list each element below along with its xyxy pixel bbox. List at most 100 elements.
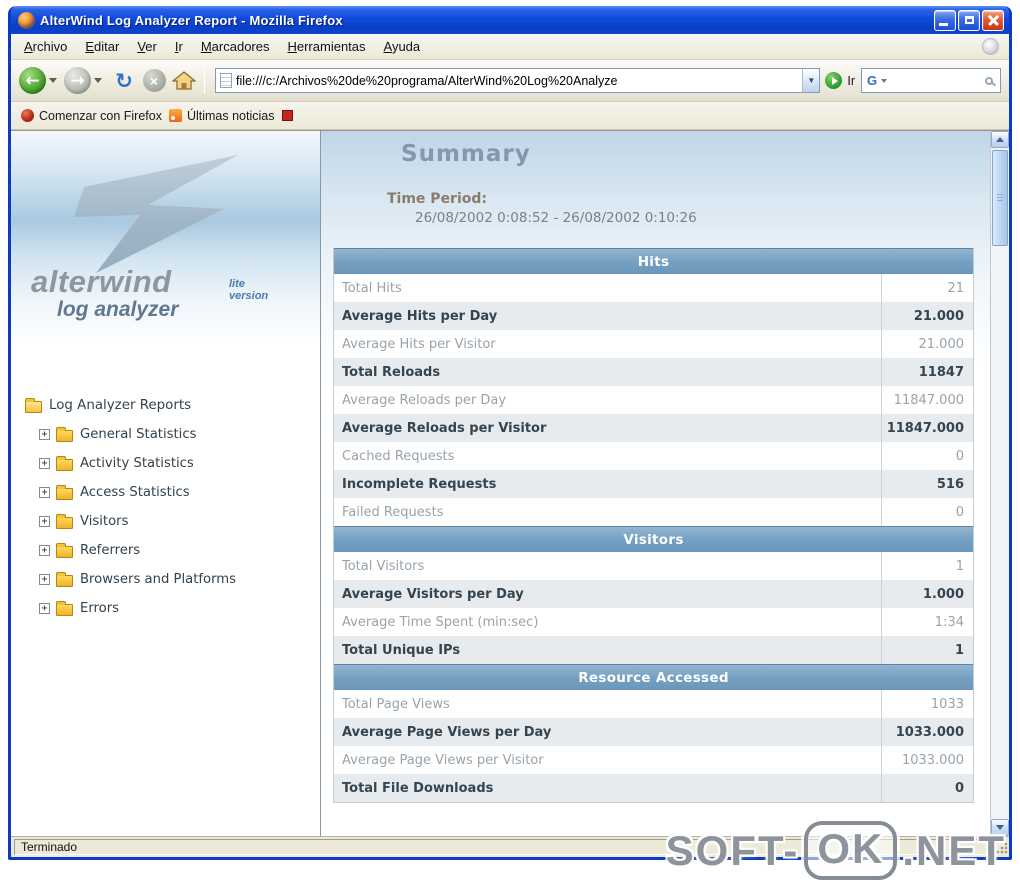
toolbar-separator xyxy=(204,67,205,94)
folder-icon xyxy=(56,600,73,616)
screenshot-stage: AlterWind Log Analyzer Report - Mozilla … xyxy=(0,0,1020,882)
stat-row-average-hits-per-day: Average Hits per Day 21.000 xyxy=(334,302,973,330)
reload-icon: ↻ xyxy=(115,68,133,93)
go-arrow-icon xyxy=(831,76,838,85)
stat-row-total-reloads: Total Reloads 11847 xyxy=(334,358,973,386)
folder-icon xyxy=(56,426,73,442)
tree-item-activity-statistics[interactable]: + Activity Statistics xyxy=(11,449,320,478)
stat-row-total-unique-ips: Total Unique IPs 1 xyxy=(334,636,973,664)
menu-archivo[interactable]: Archivo xyxy=(15,35,76,58)
go-button[interactable] xyxy=(825,72,843,89)
folder-icon xyxy=(56,513,73,529)
stop-icon: × xyxy=(142,69,166,92)
stat-value: 1.000 xyxy=(881,580,973,608)
folder-icon xyxy=(56,484,73,500)
minimize-button[interactable] xyxy=(934,9,956,31)
stat-label: Total Visitors xyxy=(342,558,425,574)
expand-icon[interactable]: + xyxy=(39,574,50,585)
title-bar[interactable]: AlterWind Log Analyzer Report - Mozilla … xyxy=(11,6,1009,34)
search-input[interactable]: G xyxy=(861,68,1001,93)
stat-value: 1033.000 xyxy=(881,718,973,746)
address-dropdown-button[interactable]: ▼ xyxy=(802,69,820,92)
stat-label: Total Reloads xyxy=(342,364,441,380)
tree-item-general-statistics[interactable]: + General Statistics xyxy=(11,420,320,449)
expand-icon[interactable]: + xyxy=(39,429,50,440)
sidebar: alterwind log analyzer lite version Log … xyxy=(11,131,321,836)
stat-row-total-visitors: Total Visitors 1 xyxy=(334,552,973,580)
bookmark-getting-started[interactable]: Comenzar con Firefox xyxy=(21,109,162,123)
menu-items: Archivo Editar Ver Ir Marcadores Herramientas… xyxy=(15,35,982,58)
back-group: ← xyxy=(19,67,61,94)
watermark-part3: .NET xyxy=(902,826,1006,874)
close-button[interactable] xyxy=(982,9,1004,31)
maximize-icon xyxy=(964,16,974,24)
expand-icon[interactable]: + xyxy=(39,458,50,469)
tree-item-log-analyzer-reports[interactable]: Log Analyzer Reports xyxy=(11,391,320,420)
search-engine-dropdown-icon[interactable] xyxy=(881,78,888,83)
forward-arrow-icon: → xyxy=(70,70,85,91)
bookmark-label: Últimas noticias xyxy=(186,108,275,123)
expand-icon[interactable]: + xyxy=(39,487,50,498)
address-input[interactable]: file:///c:/Archivos%20de%20programa/Alte… xyxy=(236,74,802,88)
tree-item-access-statistics[interactable]: + Access Statistics xyxy=(11,478,320,507)
scrollbar-track[interactable] xyxy=(991,148,1009,819)
live-bookmark-icon xyxy=(168,109,182,122)
menu-ayuda[interactable]: Ayuda xyxy=(375,35,430,58)
stat-value: 11847 xyxy=(881,358,973,386)
expand-icon[interactable]: + xyxy=(39,545,50,556)
menu-marcadores[interactable]: Marcadores xyxy=(192,35,279,58)
forward-button[interactable]: → xyxy=(64,67,91,94)
tree-item-browsers-and-platforms[interactable]: + Browsers and Platforms xyxy=(11,565,320,594)
back-arrow-icon: ← xyxy=(25,70,40,91)
tree-item-visitors[interactable]: + Visitors xyxy=(11,507,320,536)
report-tree: Log Analyzer Reports + General Statistics +… xyxy=(11,391,320,623)
stat-value: 1 xyxy=(881,552,973,580)
stat-row-cached-requests: Cached Requests 0 xyxy=(334,442,973,470)
home-button[interactable] xyxy=(170,67,198,95)
menu-herramientas[interactable]: Herramientas xyxy=(278,35,374,58)
expand-icon[interactable]: + xyxy=(39,516,50,527)
stat-label: Total Page Views xyxy=(342,696,450,712)
back-button[interactable]: ← xyxy=(19,67,46,94)
menu-editar[interactable]: Editar xyxy=(76,35,128,58)
reload-button[interactable]: ↻ xyxy=(110,67,138,95)
forward-dropdown-icon[interactable] xyxy=(94,78,102,83)
stat-value: 21.000 xyxy=(881,330,973,358)
stop-button[interactable]: × xyxy=(140,67,168,95)
folder-icon xyxy=(56,571,73,587)
stat-label: Average Page Views per Day xyxy=(342,724,552,740)
section-header-hits: Hits xyxy=(334,248,973,274)
maximize-button[interactable] xyxy=(958,9,980,31)
vertical-scrollbar[interactable] xyxy=(990,131,1009,836)
scroll-up-icon xyxy=(996,137,1004,142)
go-label[interactable]: Ir xyxy=(847,74,855,88)
browser-window: AlterWind Log Analyzer Report - Mozilla … xyxy=(8,6,1012,860)
address-bar[interactable]: file:///c:/Archivos%20de%20programa/Alte… xyxy=(215,68,821,93)
stat-row-average-hits-per-visitor: Average Hits per Visitor 21.000 xyxy=(334,330,973,358)
expand-icon[interactable]: + xyxy=(39,603,50,614)
bookmark-latest-headlines[interactable]: Últimas noticias xyxy=(168,108,293,123)
bookmarks-toolbar: Comenzar con Firefox Últimas noticias xyxy=(11,102,1009,130)
search-icon xyxy=(985,76,993,85)
tree-item-referrers[interactable]: + Referrers xyxy=(11,536,320,565)
stat-label: Total Unique IPs xyxy=(342,642,461,658)
folder-icon xyxy=(56,542,73,558)
scrollbar-thumb[interactable] xyxy=(992,150,1008,246)
alterwind-logo: alterwind log analyzer lite version xyxy=(11,131,320,346)
logo-edition-badge: lite version xyxy=(229,277,269,302)
stat-label: Average Hits per Visitor xyxy=(342,336,496,352)
time-period-value: 26/08/2002 0:08:52 - 26/08/2002 0:10:26 xyxy=(415,210,697,226)
scroll-up-button[interactable] xyxy=(991,131,1009,148)
news-item-icon xyxy=(281,110,293,121)
stat-value: 516 xyxy=(881,470,973,498)
stat-value: 1 xyxy=(881,636,973,664)
tree-item-errors[interactable]: + Errors xyxy=(11,594,320,623)
menu-ver[interactable]: Ver xyxy=(128,35,166,58)
menu-bar: Archivo Editar Ver Ir Marcadores Herramientas… xyxy=(11,34,1009,60)
back-dropdown-icon[interactable] xyxy=(49,78,57,83)
menu-ir[interactable]: Ir xyxy=(166,35,192,58)
stat-label: Average Time Spent (min:sec) xyxy=(342,614,539,630)
tree-item-label: Activity Statistics xyxy=(80,456,194,471)
tree-item-label: Browsers and Platforms xyxy=(80,572,236,587)
bookmark-label: Comenzar con Firefox xyxy=(39,108,162,123)
